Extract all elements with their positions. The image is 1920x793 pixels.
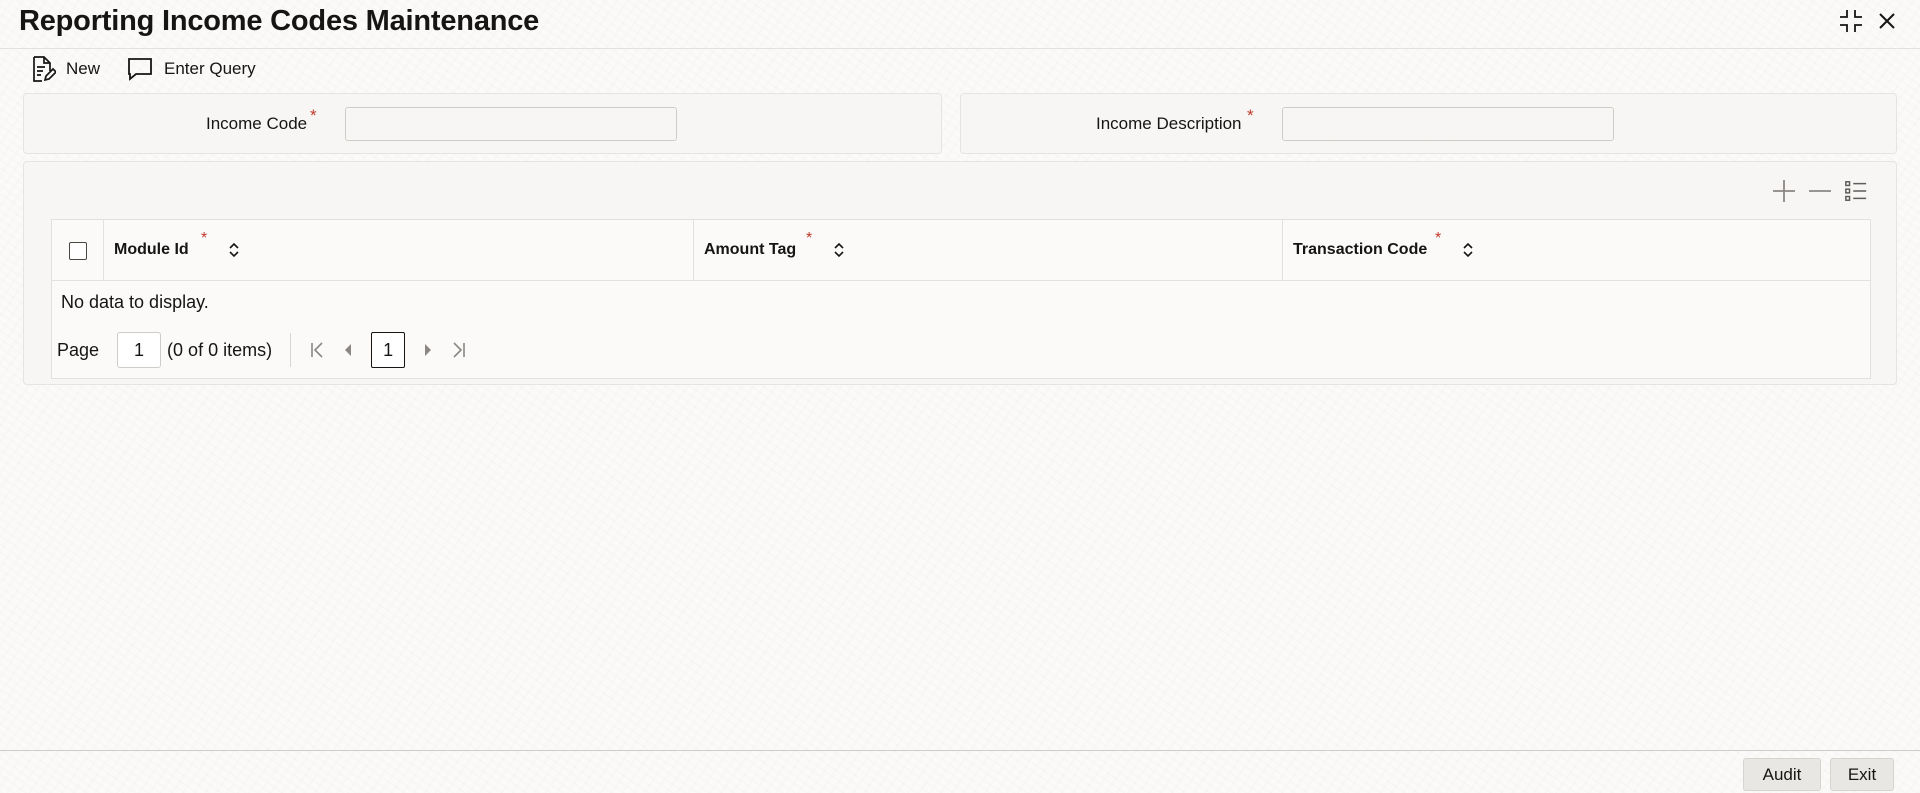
income-description-label: Income Description (1096, 114, 1242, 133)
sort-icon[interactable] (1459, 239, 1477, 261)
prev-page-icon[interactable] (333, 335, 363, 365)
income-description-input[interactable] (1282, 107, 1614, 141)
new-button[interactable]: New (30, 55, 100, 83)
chat-bubble-icon (126, 56, 154, 82)
grid-actions (1772, 179, 1868, 203)
next-page-icon[interactable] (413, 335, 443, 365)
column-label-module-id: Module Id (114, 241, 189, 258)
grid-header: Module Id * Amount Tag * Transaction Cod… (52, 220, 1870, 281)
column-header-transaction-code[interactable]: Transaction Code * (1283, 220, 1870, 281)
title-bar: Reporting Income Codes Maintenance (0, 0, 1920, 49)
footer: Audit Exit (0, 750, 1920, 793)
plus-icon[interactable] (1772, 179, 1796, 203)
toolbar: New Enter Query (0, 49, 1920, 89)
page-title: Reporting Income Codes Maintenance (19, 5, 540, 37)
income-description-required-mark: * (1247, 106, 1254, 125)
exit-button[interactable]: Exit (1830, 758, 1894, 791)
list-icon[interactable] (1844, 179, 1868, 203)
income-code-input[interactable] (345, 107, 677, 141)
sort-icon[interactable] (830, 239, 848, 261)
sort-icon[interactable] (225, 239, 243, 261)
column-header-amount-tag[interactable]: Amount Tag * (694, 220, 1283, 281)
enter-query-button[interactable]: Enter Query (126, 56, 256, 82)
page-number-input[interactable] (117, 332, 162, 368)
income-code-panel: Income Code * (23, 93, 942, 154)
column-label-transaction-code: Transaction Code (1293, 241, 1428, 258)
pagination: Page (0 of 0 items) 1 (57, 331, 473, 369)
transaction-code-required-mark: * (1435, 230, 1442, 247)
income-code-required-mark: * (310, 106, 317, 125)
current-page-button[interactable]: 1 (371, 332, 406, 368)
page-label: Page (57, 339, 100, 360)
column-label-amount-tag: Amount Tag (704, 241, 797, 258)
minus-icon[interactable] (1808, 179, 1832, 203)
last-page-icon[interactable] (443, 335, 473, 365)
income-description-panel: Income Description * (960, 93, 1897, 154)
empty-message: No data to display. (61, 292, 209, 312)
column-header-module-id[interactable]: Module Id * (104, 220, 694, 281)
new-button-label: New (66, 59, 101, 78)
income-code-label: Income Code (206, 114, 308, 133)
select-all-checkbox[interactable] (68, 241, 87, 260)
enter-query-button-label: Enter Query (164, 59, 256, 78)
data-grid: Module Id * Amount Tag * Transaction Cod… (51, 219, 1871, 379)
grid-panel: Module Id * Amount Tag * Transaction Cod… (23, 161, 1897, 385)
window-controls (1838, 8, 1900, 34)
module-id-required-mark: * (201, 230, 208, 247)
audit-button[interactable]: Audit (1743, 758, 1821, 791)
first-page-icon[interactable] (303, 335, 333, 365)
pager-divider (290, 333, 292, 367)
select-all-cell (52, 220, 104, 281)
items-summary: (0 of 0 items) (167, 339, 273, 360)
close-icon[interactable] (1874, 8, 1900, 34)
amount-tag-required-mark: * (806, 230, 813, 247)
compress-icon[interactable] (1838, 8, 1864, 34)
new-document-icon (30, 55, 56, 83)
